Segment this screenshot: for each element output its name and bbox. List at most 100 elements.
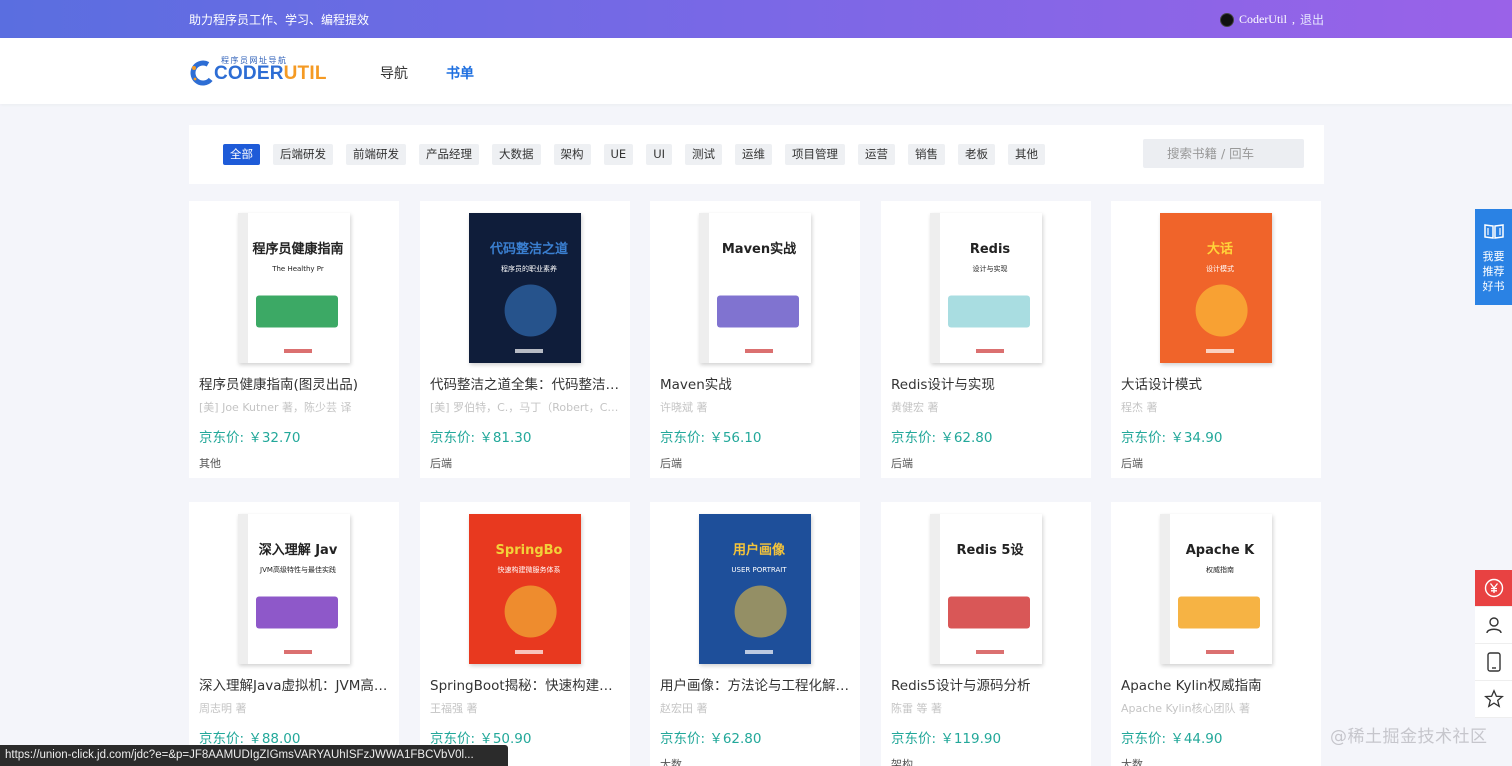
category-tag[interactable]: 大数据 [492, 144, 541, 165]
book-author: 黄健宏 著 [891, 401, 939, 414]
book-category: 其他 [199, 457, 221, 470]
book-price: 京东价: ￥50.90 [430, 731, 532, 747]
svg-text:Apache K: Apache K [1186, 543, 1255, 558]
book-card[interactable]: 代码整洁之道程序员的职业素养 代码整洁之道全集：代码整洁之道+代码整洁之道：程序… [420, 201, 630, 478]
username[interactable]: CoderUtil [1239, 12, 1287, 27]
category-tags: 全部 后端研发 前端研发 产品经理 大数据 架构 UE UI 测试 运维 项目管理 运营 销售 老板 其他 [223, 144, 1058, 165]
category-tag[interactable]: 产品经理 [419, 144, 479, 165]
star-icon [1483, 689, 1504, 708]
book-category: 大数 [1121, 758, 1143, 766]
book-card[interactable]: Redis 设计与实现 Redis设计与实现 黄健宏 著 京东价: ￥62.80 … [881, 201, 1091, 478]
logo-mark-icon [190, 60, 216, 86]
book-price: 京东价: ￥81.30 [430, 430, 532, 446]
book-author: 周志明 著 [199, 702, 247, 715]
svg-text:设计与实现: 设计与实现 [973, 264, 1008, 273]
book-card[interactable]: Maven实战 Maven实战 许晓斌 著 京东价: ￥56.10 后端 [650, 201, 860, 478]
book-card[interactable]: 用户画像 USER PORTRAIT 用户画像：方法论与工程化解决方案 赵宏田 著… [650, 502, 860, 766]
browser-status-url: https://union-click.jd.com/jdc?e=&p=JF8A… [0, 745, 508, 766]
category-tag[interactable]: UE [603, 144, 634, 165]
book-cover[interactable]: 用户画像 USER PORTRAIT [650, 510, 860, 668]
book-cover[interactable]: 代码整洁之道 程序员的职业素养 [420, 209, 630, 367]
category-tag[interactable]: 运营 [858, 144, 895, 165]
book-title[interactable]: 大话设计模式 [1121, 373, 1311, 393]
side-toolbar [1475, 570, 1512, 718]
coupon-button[interactable] [1475, 570, 1512, 607]
category-tag[interactable]: 架构 [553, 144, 591, 165]
book-price: 京东价: ￥44.90 [1121, 731, 1223, 747]
book-title[interactable]: 代码整洁之道全集：代码整洁之道+代码整洁之道：程序员的职业素养 [430, 373, 620, 393]
category-tag[interactable]: 全部 [223, 144, 260, 165]
logout-link[interactable]: 退出 [1300, 11, 1324, 28]
book-title[interactable]: 程序员健康指南(图灵出品) [199, 373, 389, 393]
book-card[interactable]: 程序员健康指南 The Healthy Pr 程序员健康指南(图灵出品) [美] … [189, 201, 399, 478]
book-category: 架构 [891, 758, 913, 766]
book-category: 后端 [891, 457, 913, 470]
book-open-icon [1483, 224, 1504, 239]
category-filter-bar: 全部 后端研发 前端研发 产品经理 大数据 架构 UE UI 测试 运维 项目管理 运营 销售 老板 其他 [189, 125, 1324, 184]
svg-text:权威指南: 权威指南 [1206, 565, 1234, 574]
book-card[interactable]: Apache K 权威指南 Apache Kylin权威指南 Apache Kyl… [1111, 502, 1321, 766]
book-cover[interactable]: 深入理解 Jav JVM高级特性与最佳实践 [189, 510, 399, 668]
book-card[interactable]: Redis 5设 Redis5设计与源码分析 陈雷 等 著 京东价: ￥119.… [881, 502, 1091, 766]
book-title[interactable]: Maven实战 [660, 373, 850, 393]
book-title[interactable]: Redis设计与实现 [891, 373, 1081, 393]
book-card[interactable]: SpringBo 快速构建微服务体系 SpringBoot揭秘：快速构建微服务体系… [420, 502, 630, 766]
mobile-icon [1486, 652, 1501, 672]
book-price: 京东价: ￥88.00 [199, 731, 301, 747]
yuan-icon [1484, 578, 1503, 598]
book-author: 赵宏田 著 [660, 702, 708, 715]
user-icon [1485, 617, 1502, 634]
book-search-input[interactable] [1143, 139, 1304, 168]
svg-text:Redis 5设: Redis 5设 [957, 543, 1025, 558]
mobile-button[interactable] [1475, 644, 1512, 681]
category-tag[interactable]: 销售 [908, 144, 945, 165]
svg-text:Redis: Redis [970, 242, 1011, 257]
book-cover[interactable]: Apache K 权威指南 [1111, 510, 1321, 668]
book-cover[interactable]: Redis 5设 [881, 510, 1091, 668]
category-tag[interactable]: 测试 [685, 144, 722, 165]
book-author: [美] 罗伯特，C.，马丁（Robert，C.，Martin）著 [430, 401, 620, 414]
book-author: Apache Kylin核心团队 著 [1121, 702, 1251, 715]
svg-text:Maven实战: Maven实战 [722, 241, 796, 257]
book-title[interactable]: Redis5设计与源码分析 [891, 674, 1081, 694]
category-tag[interactable]: 其他 [1008, 144, 1045, 165]
svg-text:JVM高级特性与最佳实践: JVM高级特性与最佳实践 [259, 565, 336, 574]
user-avatar[interactable] [1219, 12, 1234, 27]
svg-text:用户画像: 用户画像 [732, 542, 786, 558]
book-card[interactable]: 大话 设计模式 大话设计模式 程杰 著 京东价: ￥34.90 后端 [1111, 201, 1321, 478]
book-author: 陈雷 等 著 [891, 702, 942, 715]
favorite-button[interactable] [1475, 681, 1512, 718]
book-cover[interactable]: 大话 设计模式 [1111, 209, 1321, 367]
book-title[interactable]: SpringBoot揭秘：快速构建微服务体系 [430, 674, 620, 694]
category-tag[interactable]: 前端研发 [346, 144, 406, 165]
category-tag[interactable]: UI [646, 144, 672, 165]
site-logo[interactable]: 程序员网址导航 CODERUTIL [190, 55, 326, 89]
book-price: 京东价: ￥34.90 [1121, 430, 1223, 446]
recommend-book-button[interactable]: 我要推荐好书 [1475, 209, 1512, 305]
nav-item-booklist[interactable]: 书单 [446, 63, 474, 83]
category-tag[interactable]: 老板 [958, 144, 995, 165]
book-card[interactable]: 深入理解 Jav JVM高级特性与最佳实践 深入理解Java虚拟机：JVM高级特性… [189, 502, 399, 766]
category-tag[interactable]: 运维 [735, 144, 772, 165]
book-title[interactable]: 深入理解Java虚拟机：JVM高级特性与最佳实践（第3版） [199, 674, 389, 694]
nav-item-navigation[interactable]: 导航 [380, 63, 408, 83]
book-cover[interactable]: Redis 设计与实现 [881, 209, 1091, 367]
book-author: 许晓斌 著 [660, 401, 708, 414]
book-cover[interactable]: SpringBo 快速构建微服务体系 [420, 510, 630, 668]
category-tag[interactable]: 项目管理 [785, 144, 845, 165]
book-cover[interactable]: 程序员健康指南 The Healthy Pr [189, 209, 399, 367]
svg-text:大话: 大话 [1207, 241, 1233, 257]
book-cover[interactable]: Maven实战 [650, 209, 860, 367]
category-tag[interactable]: 后端研发 [273, 144, 333, 165]
book-price: 京东价: ￥62.80 [660, 731, 762, 747]
book-author: [美] Joe Kutner 著，陈少芸 译 [199, 401, 352, 414]
svg-text:程序员健康指南: 程序员健康指南 [252, 241, 343, 257]
main-nav: 导航 书单 [380, 63, 474, 83]
book-title[interactable]: Apache Kylin权威指南 [1121, 674, 1311, 694]
user-info: CoderUtil , 退出 [1219, 11, 1324, 28]
svg-text:快速构建微服务体系: 快速构建微服务体系 [498, 565, 561, 574]
book-title[interactable]: 用户画像：方法论与工程化解决方案 [660, 674, 850, 694]
book-category: 大数 [660, 758, 682, 766]
svg-text:深入理解 Jav: 深入理解 Jav [259, 542, 338, 558]
user-center-button[interactable] [1475, 607, 1512, 644]
